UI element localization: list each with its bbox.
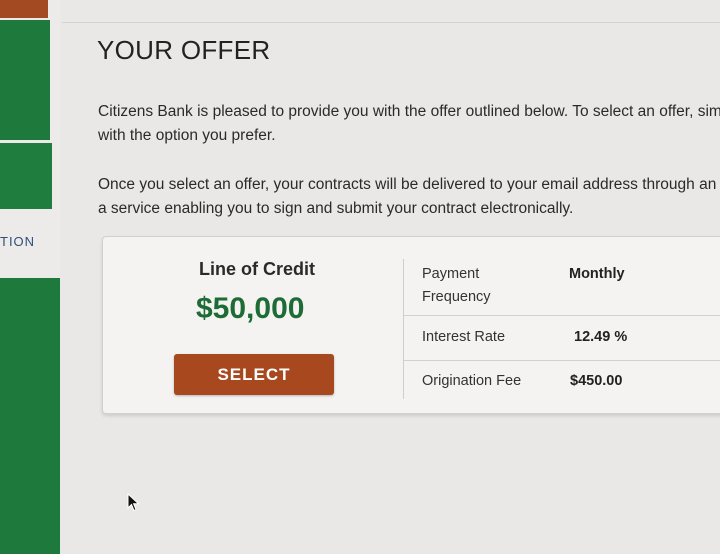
offer-card: Line of Credit $50,000 SELECT Payment Fr…: [102, 236, 720, 414]
intro-line: with the option you prefer.: [98, 127, 276, 144]
sidebar-nav-block[interactable]: [0, 143, 52, 209]
mouse-pointer-icon: [127, 493, 140, 512]
select-offer-button[interactable]: SELECT: [174, 354, 334, 395]
top-divider: [62, 22, 720, 23]
product-name: Line of Credit: [199, 259, 315, 279]
sidebar-nav-label[interactable]: TION: [0, 234, 35, 249]
sidebar-nav-block[interactable]: [0, 20, 50, 140]
detail-value: 12.49 %: [574, 329, 628, 345]
sidebar-nav-block[interactable]: [0, 278, 60, 554]
detail-value: $450.00: [570, 373, 623, 389]
delivery-paragraph: Once you select an offer, your contracts…: [98, 173, 720, 221]
sidebar-top-accent: [0, 0, 48, 18]
detail-row-interest-rate: Interest Rate 12.49 %: [404, 316, 720, 361]
delivery-line: Once you select an offer, your contracts…: [98, 176, 720, 193]
detail-label: Origination Fee: [422, 373, 522, 389]
detail-row-payment-frequency: Payment Frequency Monthly: [404, 255, 720, 316]
detail-row-origination-fee: Origination Fee $450.00: [404, 361, 720, 405]
intro-paragraph: Citizens Bank is pleased to provide you …: [98, 100, 720, 148]
detail-label: Payment Frequency: [422, 266, 491, 305]
offer-details: Payment Frequency Monthly Interest Rate …: [404, 255, 720, 405]
intro-line: Citizens Bank is pleased to provide you …: [98, 103, 720, 120]
page-title: YOUR OFFER: [97, 35, 271, 65]
detail-value: Monthly: [569, 266, 625, 282]
offer-summary: Line of Credit $50,000 SELECT: [103, 237, 403, 413]
offer-amount: $50,000: [196, 292, 305, 325]
detail-label: Interest Rate: [422, 329, 506, 345]
delivery-line: a service enabling you to sign and submi…: [98, 200, 574, 217]
left-sidebar: TION: [0, 0, 60, 554]
